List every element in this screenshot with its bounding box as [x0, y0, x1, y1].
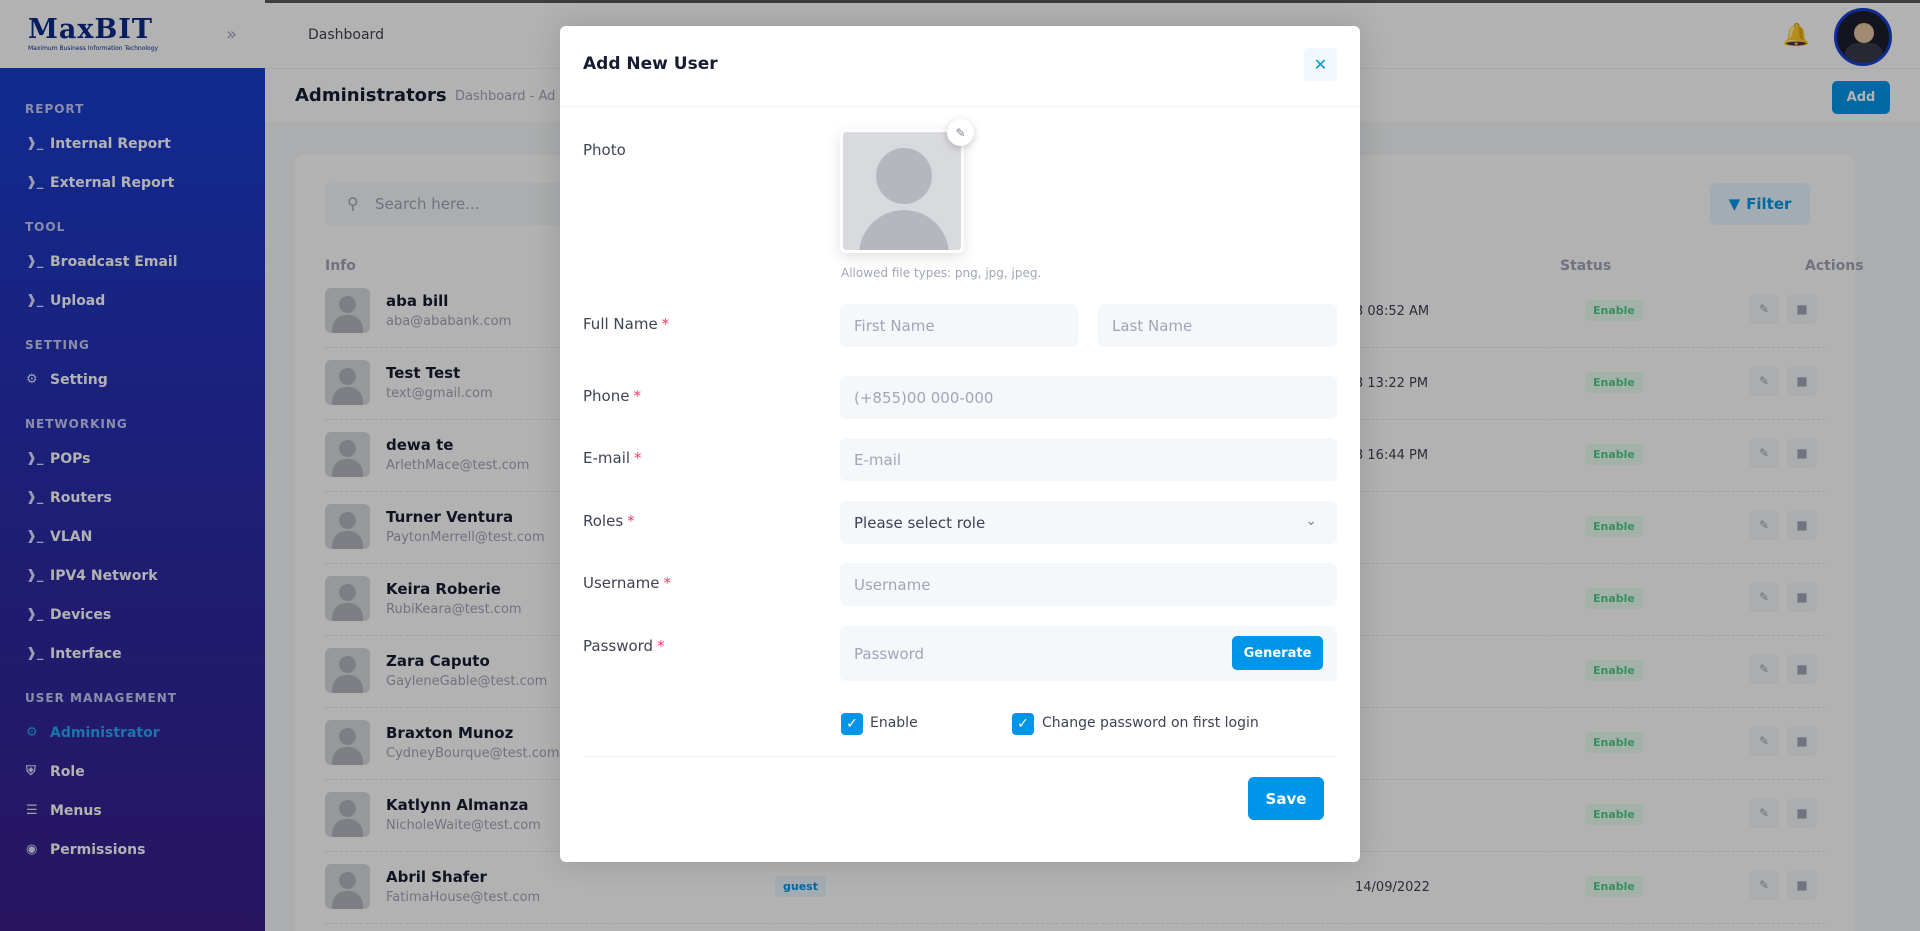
phone-field[interactable]: (+855)00 000-000	[840, 376, 1337, 419]
roles-label: Roles *	[583, 512, 635, 530]
first-name-field[interactable]: First Name	[840, 304, 1078, 347]
close-button[interactable]: ✕	[1304, 48, 1337, 81]
roles-select-value: Please select role	[854, 513, 986, 532]
required-mark: *	[663, 574, 671, 592]
password-placeholder: Password	[854, 644, 925, 663]
required-mark: *	[661, 315, 670, 333]
email-label: E-mail *	[583, 449, 642, 467]
required-mark: *	[634, 449, 642, 467]
chevron-down-icon: ⌄	[1305, 513, 1317, 529]
change-password-checkbox[interactable]: ✓	[1012, 713, 1034, 735]
required-mark: *	[627, 512, 635, 530]
username-field[interactable]: Username	[840, 563, 1337, 606]
change-password-checkbox-label: Change password on first login	[1042, 715, 1259, 731]
phone-label: Phone *	[583, 387, 641, 405]
last-name-field[interactable]: Last Name	[1098, 304, 1337, 347]
save-button[interactable]: Save	[1248, 777, 1324, 820]
enable-checkbox[interactable]: ✓	[841, 713, 863, 735]
modal-header: Add New User ✕	[560, 26, 1360, 107]
generate-password-button[interactable]: Generate	[1232, 636, 1323, 670]
photo-label: Photo	[583, 141, 626, 159]
enable-checkbox-label: Enable	[870, 715, 918, 731]
email-field[interactable]: E-mail	[840, 438, 1337, 481]
add-user-modal: Add New User ✕ Photo ✎ Allowed file type…	[560, 26, 1360, 862]
password-label: Password *	[583, 637, 665, 655]
modal-title: Add New User	[583, 54, 718, 74]
username-label: Username *	[583, 574, 671, 592]
required-mark: *	[633, 387, 641, 405]
fullname-label: Full Name *	[583, 315, 670, 333]
photo-edit-button[interactable]: ✎	[947, 119, 974, 146]
password-field[interactable]: Password Generate	[840, 626, 1337, 681]
roles-select[interactable]: Please select role ⌄	[840, 501, 1337, 544]
pencil-icon: ✎	[955, 125, 966, 140]
photo-hint: Allowed file types: png, jpg, jpeg.	[841, 266, 1042, 280]
required-mark: *	[657, 637, 665, 655]
close-icon: ✕	[1313, 55, 1328, 74]
modal-divider	[583, 756, 1337, 757]
photo-preview	[840, 129, 964, 253]
